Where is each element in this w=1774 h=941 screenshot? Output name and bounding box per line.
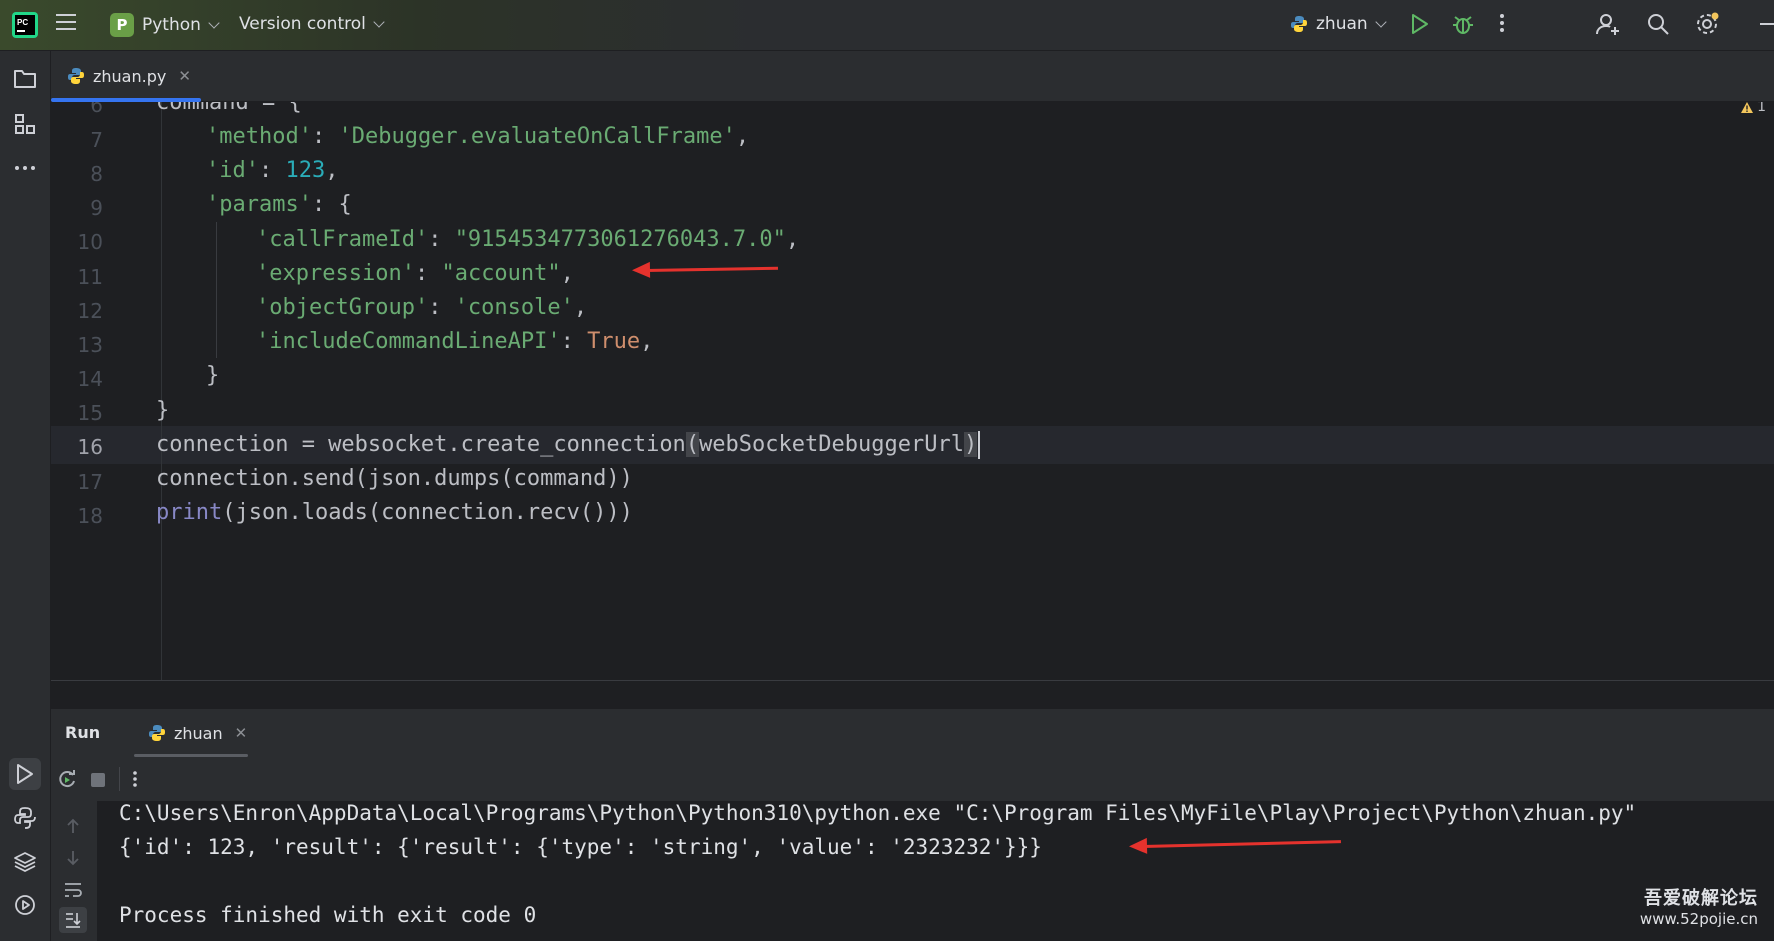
run-panel-header: Run zhuan ✕ bbox=[51, 709, 1774, 757]
scroll-down-arrow-icon[interactable] bbox=[65, 849, 81, 871]
code-line-10: 'callFrameId': "9154534773061276043.7.0"… bbox=[256, 227, 800, 252]
more-actions-icon[interactable] bbox=[1499, 12, 1505, 34]
editor-tab-bar: zhuan.py ✕ bbox=[51, 51, 1774, 102]
svg-text:PC: PC bbox=[17, 18, 28, 27]
code-editor[interactable]: 6 7 8 9 10 11 12 13 14 15 16 17 18 comma… bbox=[51, 102, 1774, 680]
inspection-widget[interactable]: 1 bbox=[1740, 102, 1766, 115]
code-line-14: } bbox=[206, 363, 220, 388]
python-icon bbox=[1291, 16, 1307, 32]
chevron-down-icon bbox=[1375, 15, 1387, 28]
project-folder-icon[interactable] bbox=[9, 62, 41, 94]
run-toolbar bbox=[51, 757, 1774, 801]
line-number: 12 bbox=[77, 299, 103, 323]
python-console-icon[interactable] bbox=[9, 802, 41, 834]
more-tool-windows-icon[interactable] bbox=[9, 152, 41, 184]
console-line: Process finished with exit code 0 bbox=[119, 903, 537, 927]
line-number: 17 bbox=[77, 470, 103, 494]
line-number: 13 bbox=[77, 333, 103, 357]
line-number: 14 bbox=[77, 367, 103, 391]
close-run-tab-icon[interactable]: ✕ bbox=[235, 724, 248, 742]
more-options-icon[interactable] bbox=[132, 769, 138, 793]
main-toolbar: PC P Python Version control zhuan bbox=[0, 0, 1774, 51]
code-line-13: 'includeCommandLineAPI': True, bbox=[256, 329, 654, 354]
python-icon bbox=[149, 725, 165, 741]
line-number: 10 bbox=[77, 230, 103, 254]
main-menu-hamburger-icon[interactable] bbox=[56, 13, 76, 31]
code-line-9: 'params': { bbox=[206, 192, 352, 217]
left-tool-strip bbox=[0, 51, 51, 941]
console-side-toolbar bbox=[51, 801, 98, 941]
code-line-12: 'objectGroup': 'console', bbox=[256, 295, 588, 320]
code-line-17: connection.send(json.dumps(command)) bbox=[156, 466, 633, 491]
rerun-icon[interactable] bbox=[57, 769, 77, 793]
chevron-down-icon bbox=[373, 15, 385, 28]
code-line-15: } bbox=[156, 398, 170, 423]
version-control-menu[interactable]: Version control bbox=[239, 14, 385, 34]
pycharm-logo-icon[interactable]: PC bbox=[12, 12, 38, 38]
services-icon[interactable] bbox=[9, 889, 41, 921]
line-number-gutter[interactable]: 6 7 8 9 10 11 12 13 14 15 16 17 18 bbox=[51, 102, 161, 680]
run-tool-window-icon[interactable] bbox=[9, 758, 41, 790]
indent-guide bbox=[216, 222, 217, 358]
run-tab-label: zhuan bbox=[174, 723, 223, 743]
bug-icon bbox=[1453, 16, 1473, 34]
stop-icon[interactable] bbox=[91, 772, 105, 791]
search-icon[interactable] bbox=[1647, 13, 1669, 35]
line-number: 8 bbox=[90, 162, 103, 186]
toolbar-divider bbox=[119, 767, 120, 791]
tab-zhuan-py[interactable]: zhuan.py ✕ bbox=[51, 51, 201, 102]
annotation-arrow bbox=[1142, 840, 1341, 848]
scroll-up-arrow-icon[interactable] bbox=[65, 817, 81, 839]
line-number: 15 bbox=[77, 401, 103, 425]
code-line-7: 'method': 'Debugger.evaluateOnCallFrame'… bbox=[206, 124, 750, 149]
watermark: 吾爱破解论坛 www.52pojie.cn bbox=[1640, 884, 1758, 928]
tab-label: zhuan.py bbox=[93, 66, 167, 86]
watermark-url: www.52pojie.cn bbox=[1639, 910, 1758, 928]
project-name: Python bbox=[142, 15, 201, 35]
code-with-me-icon[interactable] bbox=[1596, 12, 1620, 36]
close-tab-icon[interactable]: ✕ bbox=[178, 67, 191, 85]
run-panel-title: Run bbox=[65, 723, 101, 742]
chevron-down-icon bbox=[208, 16, 220, 29]
code-line-18: print(json.loads(connection.recv())) bbox=[156, 500, 633, 525]
project-badge: P bbox=[110, 13, 134, 37]
play-icon bbox=[1412, 14, 1428, 34]
line-number: 11 bbox=[77, 265, 103, 289]
run-button[interactable] bbox=[1410, 13, 1430, 35]
settings-gear-icon[interactable] bbox=[1695, 12, 1719, 36]
run-configuration-selector[interactable]: zhuan bbox=[1290, 14, 1387, 34]
structure-icon[interactable] bbox=[9, 108, 41, 140]
python-file-icon bbox=[68, 68, 84, 84]
run-console-output[interactable]: C:\Users\Enron\AppData\Local\Programs\Py… bbox=[97, 801, 1774, 941]
line-number-current: 16 bbox=[77, 435, 103, 459]
scroll-to-end-icon[interactable] bbox=[59, 907, 87, 933]
text-caret bbox=[978, 431, 981, 459]
panel-separator[interactable] bbox=[51, 680, 1774, 709]
watermark-title: 吾爱破解论坛 bbox=[1644, 888, 1758, 909]
soft-wrap-icon[interactable] bbox=[63, 881, 83, 903]
code-line-11: 'expression': "account", bbox=[256, 261, 574, 286]
annotation-arrow bbox=[645, 266, 779, 272]
version-control-label: Version control bbox=[239, 14, 366, 34]
run-config-name: zhuan bbox=[1316, 14, 1368, 34]
line-number: 7 bbox=[90, 128, 103, 152]
run-tab-zhuan[interactable]: zhuan ✕ bbox=[134, 709, 260, 757]
code-line-8: 'id': 123, bbox=[206, 158, 339, 183]
minimize-icon[interactable] bbox=[1760, 14, 1774, 34]
code-text-area[interactable]: command = { 'method': 'Debugger.evaluate… bbox=[156, 102, 1774, 680]
console-line: {'id': 123, 'result': {'result': {'type'… bbox=[119, 835, 1042, 859]
code-line-16: connection = websocket.create_connection… bbox=[156, 426, 981, 464]
project-selector[interactable]: P Python bbox=[110, 13, 220, 37]
debug-button[interactable] bbox=[1452, 12, 1474, 36]
warning-count: 1 bbox=[1757, 102, 1766, 115]
python-packages-layers-icon[interactable] bbox=[9, 846, 41, 878]
line-number: 9 bbox=[90, 196, 103, 220]
line-number: 18 bbox=[77, 504, 103, 528]
warning-icon bbox=[1741, 102, 1754, 113]
